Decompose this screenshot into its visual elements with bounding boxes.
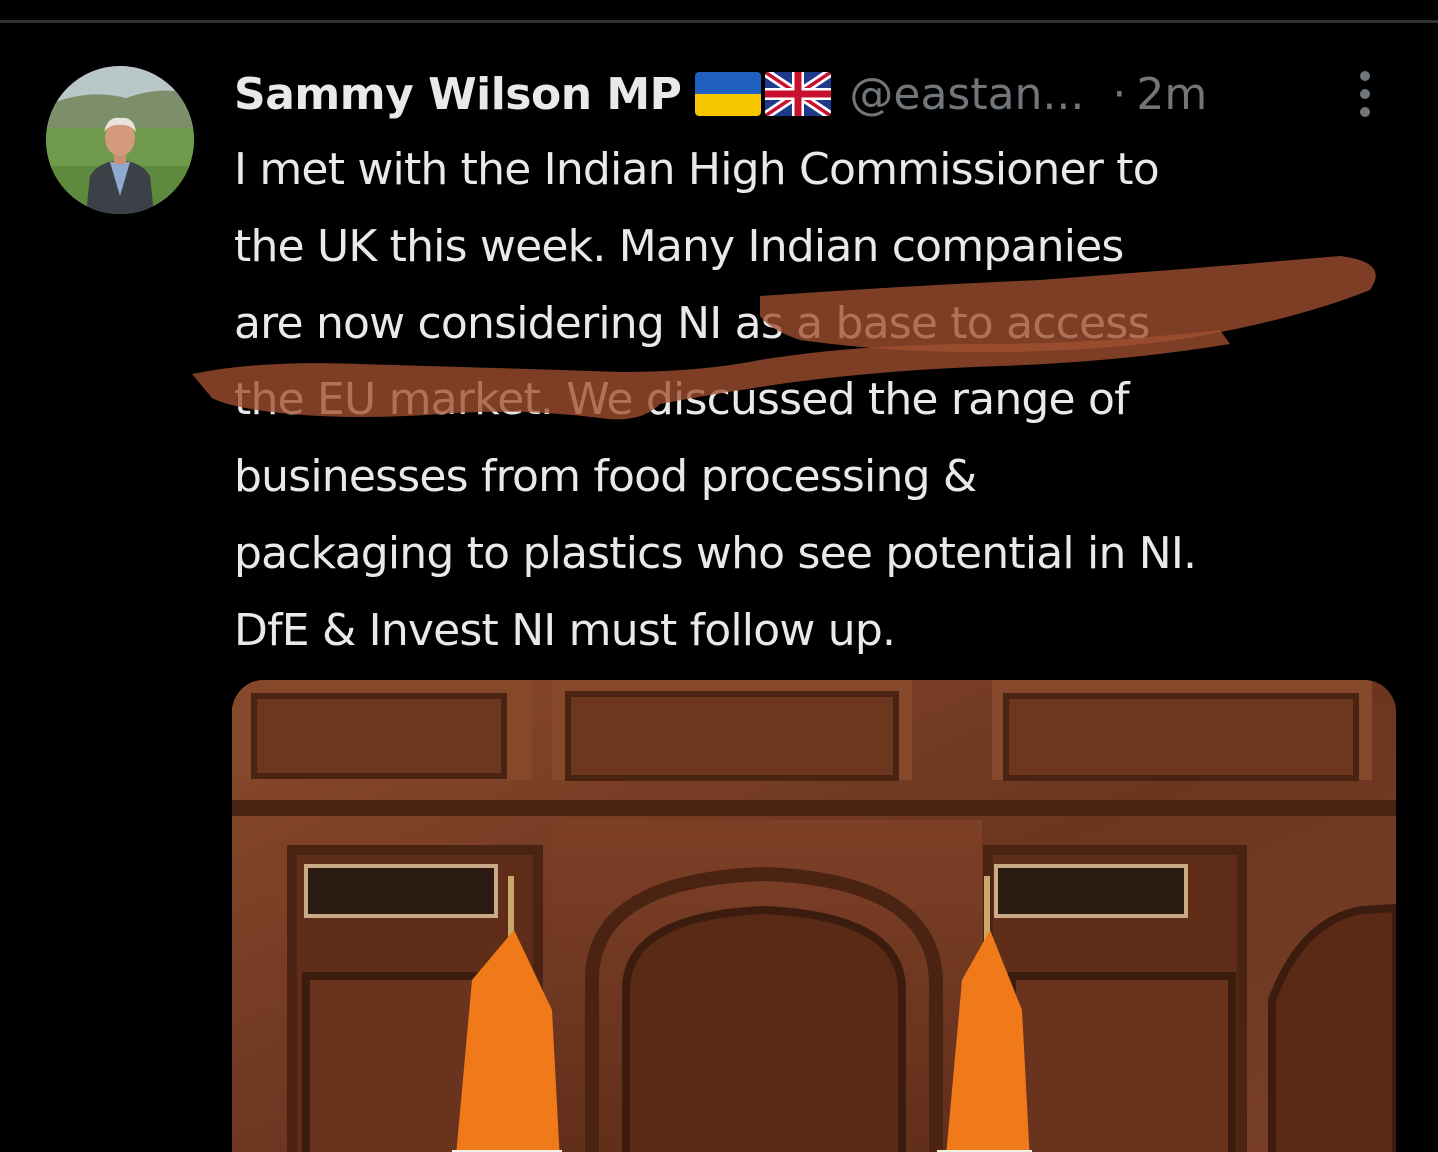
tweet-text-line: DfE & Invest NI must follow up. bbox=[234, 604, 896, 656]
top-divider bbox=[0, 20, 1438, 23]
tweet-text-line: I met with the Indian High Commissioner … bbox=[234, 144, 1160, 195]
united-kingdom-flag-icon bbox=[765, 72, 832, 116]
more-options-button[interactable] bbox=[1330, 62, 1400, 126]
ukraine-flag-icon bbox=[695, 72, 762, 116]
more-vertical-icon bbox=[1360, 71, 1370, 117]
tweet-text-line: the EU market. We discussed the range of bbox=[234, 374, 1130, 426]
avatar-photo bbox=[46, 66, 194, 214]
tweet-text-line: packaging to plastics who see potential … bbox=[234, 527, 1197, 579]
wood-panel-room-photo bbox=[232, 680, 1396, 1152]
tweet-header: Sammy Wilson MP @eastan... · 2m bbox=[234, 62, 1374, 126]
tweet-text-line: the UK this week. Many Indian companies bbox=[234, 220, 1124, 272]
display-name[interactable]: Sammy Wilson MP bbox=[234, 69, 682, 120]
tweet-photo[interactable] bbox=[232, 680, 1396, 1152]
avatar[interactable] bbox=[46, 66, 194, 214]
tweet-text-line: businesses from food processing & bbox=[234, 451, 977, 503]
tweet-text-line: are now considering NI as a base to acce… bbox=[234, 297, 1150, 349]
timestamp[interactable]: 2m bbox=[1136, 69, 1207, 120]
separator-dot: · bbox=[1112, 68, 1127, 120]
tweet-text: I met with the Indian High Commissioner … bbox=[234, 132, 1414, 670]
handle[interactable]: @eastan... bbox=[849, 69, 1084, 120]
